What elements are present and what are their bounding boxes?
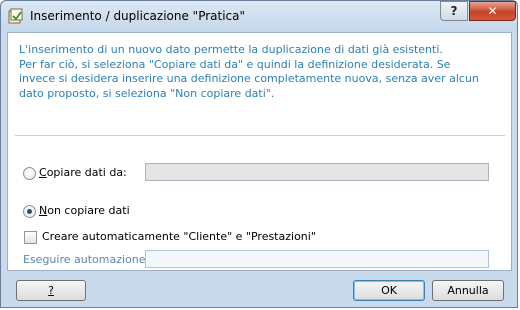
ok-button[interactable]: OK xyxy=(353,280,425,301)
automation-label: Eseguire automazione: xyxy=(23,253,150,266)
auto-create-checkbox[interactable] xyxy=(24,231,37,244)
no-copy-radio[interactable] xyxy=(23,205,36,218)
cancel-button[interactable]: Annulla xyxy=(432,280,504,301)
help-icon: ? xyxy=(450,4,458,18)
copy-data-radio[interactable] xyxy=(23,167,36,180)
title-close-button[interactable]: ✕ xyxy=(469,1,516,21)
separator xyxy=(15,135,505,136)
copy-source-field[interactable] xyxy=(145,163,489,181)
title-bar[interactable]: Inserimento / duplicazione "Pratica" ? ✕ xyxy=(1,1,517,31)
no-copy-mnemonic: N xyxy=(39,204,48,217)
close-icon: ✕ xyxy=(487,4,498,18)
app-icon xyxy=(8,8,23,24)
cancel-button-label: Annulla xyxy=(447,284,489,297)
title-help-button[interactable]: ? xyxy=(440,1,468,21)
copy-data-rest: opiare dati da: xyxy=(46,166,127,179)
copy-data-mnemonic: C xyxy=(39,166,47,179)
help-button[interactable]: ? xyxy=(16,280,86,301)
dialog-window: Inserimento / duplicazione "Pratica" ? ✕… xyxy=(0,0,518,308)
dialog-content: L'inserimento di un nuovo dato permette … xyxy=(7,32,512,271)
intro-text: L'inserimento di un nuovo dato permette … xyxy=(19,43,479,100)
auto-create-label[interactable]: Creare automaticamente "Cliente" e "Pres… xyxy=(42,230,316,243)
copy-data-label[interactable]: Copiare dati da: xyxy=(39,166,127,179)
no-copy-rest: on copiare dati xyxy=(47,204,130,217)
window-title: Inserimento / duplicazione "Pratica" xyxy=(30,9,246,23)
no-copy-label[interactable]: Non copiare dati xyxy=(39,204,130,217)
automation-field[interactable] xyxy=(145,250,489,268)
help-button-label: ? xyxy=(48,284,54,297)
ok-button-label: OK xyxy=(381,284,397,297)
